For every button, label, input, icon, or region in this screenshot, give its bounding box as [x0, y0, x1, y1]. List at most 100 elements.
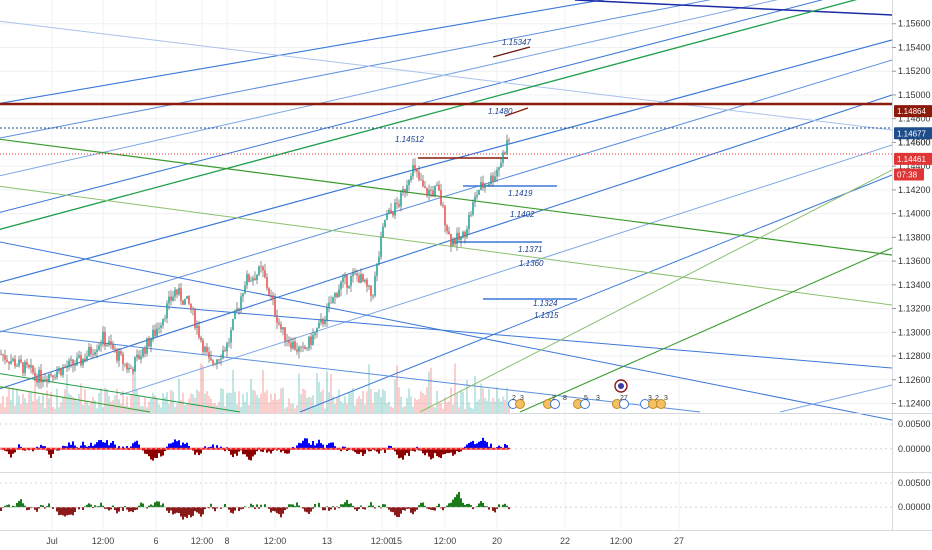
oscillator-bar	[134, 441, 136, 449]
oscillator-bar	[256, 504, 258, 508]
volume-bar	[468, 402, 470, 413]
candle-body	[414, 165, 416, 169]
candle-body	[132, 368, 134, 372]
candle-body	[174, 289, 176, 297]
volume-bar	[478, 399, 480, 413]
candle-body	[442, 204, 444, 206]
oscillator-bar	[10, 448, 12, 458]
candle-body	[240, 296, 242, 309]
oscillator-bar	[440, 448, 442, 459]
volume-bar	[4, 407, 6, 413]
volume-bar	[124, 405, 126, 413]
candle-body	[444, 205, 446, 226]
volume-bar	[22, 394, 24, 413]
candle-body	[440, 190, 442, 205]
oscillator-bar	[12, 505, 14, 508]
oscillator-bar	[362, 448, 364, 456]
oscillator-bar	[478, 441, 480, 449]
volume-bar	[330, 373, 332, 413]
time-tick-label: 12:00	[371, 536, 394, 546]
oscillator-bar	[310, 507, 312, 512]
volume-bar	[56, 388, 58, 413]
candle-body	[54, 377, 56, 378]
candle-body	[300, 346, 302, 348]
candle-body	[380, 237, 382, 257]
event-count: 3	[648, 395, 652, 402]
volume-bar	[248, 405, 250, 413]
oscillator-bar	[142, 503, 144, 508]
volume-bar	[160, 407, 162, 413]
oscillator-bar	[438, 448, 440, 458]
candle-body	[104, 331, 106, 346]
volume-bar	[350, 392, 352, 413]
volume-bar	[110, 401, 112, 413]
volume-bar	[38, 396, 40, 413]
oscillator-bar	[160, 448, 162, 457]
candle-body	[10, 360, 12, 364]
candle-body	[112, 344, 114, 350]
candle-body	[122, 354, 124, 365]
candle-body	[476, 194, 478, 197]
candle-body	[50, 374, 52, 376]
candle-body	[308, 336, 310, 349]
oscillator-bar	[68, 507, 70, 515]
oscillator-bar	[372, 505, 374, 508]
event-count: 2	[512, 395, 516, 402]
candle-body	[282, 327, 284, 330]
candle-body	[488, 183, 490, 185]
price-badge-label: 1.14864	[897, 107, 926, 116]
oscillator-bar	[428, 448, 430, 457]
candle-body	[498, 167, 500, 170]
candle-body	[342, 277, 344, 282]
oscillator-bar	[504, 503, 506, 508]
event-markers[interactable]: 2 3 2 8 5 3 27 3 2 3	[508, 379, 669, 409]
oscillator-bar	[368, 505, 370, 508]
oscillator-bar	[192, 507, 194, 516]
candle-body	[264, 270, 266, 278]
oscillator-bar	[466, 504, 468, 508]
event-count: 2	[552, 395, 556, 402]
oscillator-bar	[482, 437, 484, 449]
candle-body	[216, 359, 218, 365]
oscillator-bar	[400, 507, 402, 514]
volume-bar	[354, 405, 356, 413]
volume-bar	[2, 396, 4, 413]
green-line	[419, 169, 893, 413]
volume-bar	[438, 403, 440, 413]
oscillator-bar	[378, 505, 380, 508]
chart[interactable]: 1.15347 1.1480 1.14512 1.1419 1.1402 1.1…	[0, 0, 932, 550]
time-axis[interactable]: Jul 12:00 6 12:00 8 12:00 13 12:0015 12:00 20 22 12…	[46, 536, 684, 546]
time-tick-label: 15	[392, 536, 402, 546]
volume-bar	[450, 387, 452, 413]
oscillator-bar	[232, 448, 234, 458]
level-label: 1.1402	[510, 210, 535, 219]
volume-bar	[470, 407, 472, 413]
price-tick-label: 1.14200	[898, 185, 931, 195]
candle-body	[288, 340, 290, 343]
candle-body	[384, 219, 386, 227]
volume-bar	[276, 400, 278, 413]
candle-body	[396, 202, 398, 205]
candle-body	[230, 329, 232, 343]
price-tick-label: 1.12600	[898, 375, 931, 385]
oscillator-tick-label: 0.00500	[898, 478, 931, 488]
volume-bar	[54, 408, 56, 413]
candle-body	[408, 180, 410, 186]
oscillator-bar	[172, 507, 174, 515]
candle-body	[434, 185, 436, 196]
volume-bar	[372, 403, 374, 413]
price-axis[interactable]: 1.156001.154001.152001.150001.148001.146…	[892, 19, 931, 409]
oscillator-bar	[162, 448, 164, 456]
oscillator-bar	[258, 507, 260, 509]
volume-bar	[18, 395, 20, 413]
candle-body	[202, 340, 204, 352]
volume-bar	[496, 387, 498, 413]
candle-body	[284, 327, 286, 341]
candle-body	[372, 295, 374, 297]
oscillator-bar	[370, 502, 372, 508]
candle-body	[194, 308, 196, 328]
candle-body	[80, 355, 82, 366]
candle-body	[248, 274, 250, 282]
oscillator-bar	[154, 448, 156, 458]
candle-body	[266, 277, 268, 289]
